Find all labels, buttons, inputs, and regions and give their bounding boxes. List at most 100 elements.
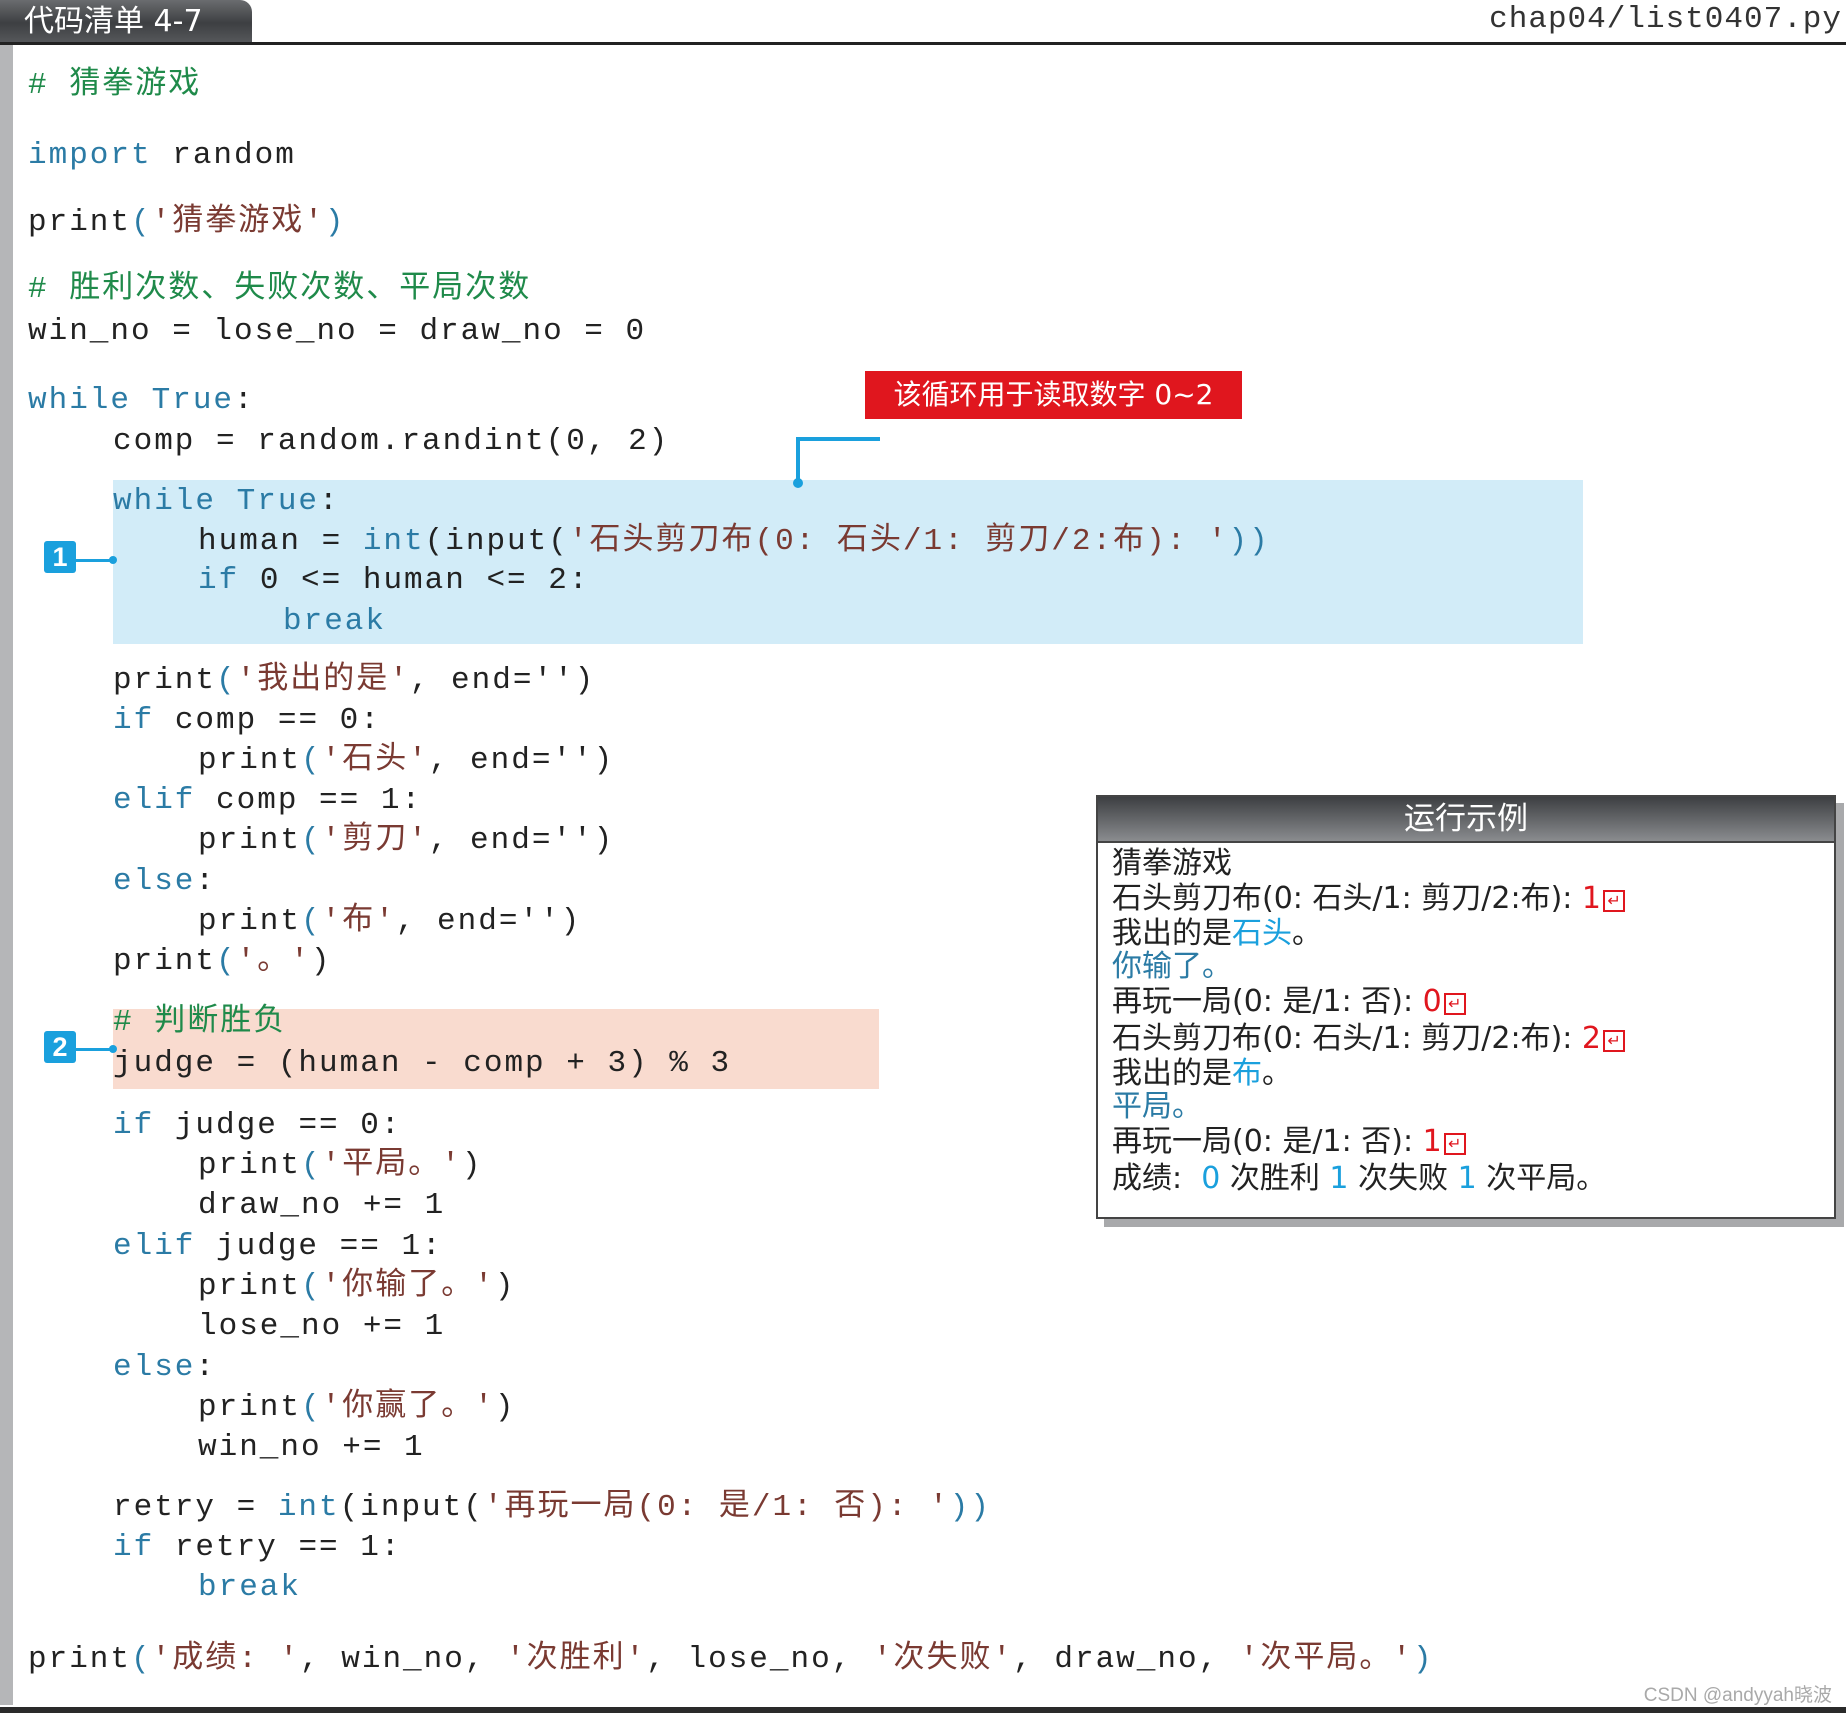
code-win-inc: win_no += 1 [198,1430,425,1465]
code-comp-line: comp = random.randint(0, 2) [113,424,670,459]
prompt: 再玩一局(0: 是/1: 否): [1112,984,1423,1019]
keyword: if [113,1108,155,1143]
badge-1-dot [109,556,117,564]
code-lose-inc: lose_no += 1 [198,1309,446,1344]
losses-count: 1 [1329,1161,1349,1196]
fn: print [198,1148,302,1183]
run-example-panel: 运行示例 猜拳游戏 石头剪刀布(0: 石头/1: 剪刀/2:布): 1 ↵ 我出的… [1096,795,1836,1219]
string: '次胜利' [506,1642,647,1677]
keyword: elif [113,1229,196,1264]
string: '石头剪刀布(0: 石头/1: 剪刀/2:布): ' [568,524,1229,559]
args: ) [494,1390,516,1425]
text: 。 [1262,1056,1292,1091]
fn-int: int [362,524,425,559]
code-retry-line: retry = int(input('再玩一局(0: 是/1: 否): ')) [113,1490,991,1526]
code-comment-title: # 猜拳游戏 [28,68,202,103]
code-if-comp0: if comp == 0: [113,703,381,739]
losses-label: 次失败 [1358,1161,1449,1196]
assign: retry = [113,1490,278,1525]
code-print-rock: print('石头', end='') [198,743,614,779]
left-margin-bar [0,45,13,1705]
condition: judge == 1: [195,1229,443,1264]
code-print-paper: print('布', end='') [198,904,581,940]
colon: : [234,383,255,418]
output-line: 石头剪刀布(0: 石头/1: 剪刀/2:布): 1 ↵ [1112,881,1626,916]
enter-key-icon: ↵ [1603,890,1626,912]
text: 我出的是 [1112,1056,1232,1091]
string: '。' [236,944,311,979]
string: '你输了。' [321,1269,495,1304]
badge-1-connector [76,559,112,562]
user-input: 2 [1581,1021,1602,1056]
string: '次失败' [872,1642,1014,1677]
callout-dot [793,478,803,488]
string: '我出的是' [236,663,410,698]
code-while-outer: while True: [28,383,255,419]
condition: judge == 0: [154,1108,402,1143]
keyword: import [28,138,152,173]
fn: print [198,904,302,939]
string: '再玩一局(0: 是/1: 否): ' [483,1490,950,1525]
computer-hand: 石头 [1232,916,1292,951]
output-score: 成绩: 0 次胜利 1 次失败 1 次平局。 [1112,1162,1606,1196]
score-label: 成绩: [1112,1161,1192,1196]
file-path: chap04/list0407.py [1489,2,1842,37]
keyword: while [28,383,132,418]
fn: print [198,1390,302,1425]
paren: )) [949,1490,991,1525]
run-example-title: 运行示例 [1098,797,1834,843]
paren: ( [216,663,237,698]
paren: ( [301,1390,322,1425]
string: '布' [321,904,396,939]
badge-2-dot [109,1045,117,1053]
module: random [151,138,296,173]
paren: ( [131,1642,152,1677]
output-line: 我出的是石头。 [1112,917,1322,951]
keyword: while [113,484,217,519]
condition: retry == 1: [154,1530,402,1565]
fn: print [113,944,217,979]
keyword: else [113,864,196,899]
computer-hand: 布 [1232,1056,1262,1091]
keyword: elif [113,783,196,818]
code-if-judge0: if judge == 0: [113,1108,401,1144]
code-if-range: if 0 <= human <= 2: [198,563,589,599]
paren: ( [301,904,322,939]
output-result: 平局。 [1112,1089,1202,1124]
code-elif-comp1: elif comp == 1: [113,783,422,819]
code-print-win: print('你赢了。') [198,1390,515,1426]
paren: )) [1228,524,1270,559]
string: '猜拳游戏' [151,205,325,240]
code-final-print: print('成绩: ', win_no, '次胜利', lose_no, '次… [28,1642,1434,1678]
paren: ) [324,205,346,240]
badge-2: 2 [44,1031,76,1063]
prompt: 石头剪刀布(0: 石头/1: 剪刀/2:布): [1112,881,1582,916]
args: ) [494,1269,516,1304]
enter-key-icon: ↵ [1443,993,1466,1015]
string: '石头' [321,743,429,778]
colon: : [319,484,340,519]
value: True [216,484,320,519]
code-draw-inc: draw_no += 1 [198,1188,446,1223]
wins-count: 0 [1201,1161,1221,1196]
code-elif-judge1: elif judge == 1: [113,1229,443,1265]
colon: : [195,1350,217,1385]
text: 。 [1292,916,1322,951]
keyword: else [113,1350,196,1385]
code-print-lose: print('你输了。') [198,1269,515,1305]
code-break-outer: break [198,1570,302,1605]
args: ) [461,1148,483,1183]
colon: : [195,864,217,899]
code-break-inner: break [283,604,387,639]
fn-input: (input( [339,1490,484,1525]
user-input: 0 [1422,984,1442,1019]
keyword: if [113,703,155,738]
user-input: 1 [1581,881,1602,916]
paren: ( [216,944,237,979]
code-init-line: win_no = lose_no = draw_no = 0 [28,314,647,349]
condition: comp == 0: [154,703,381,738]
value: True [131,383,235,418]
output-line: 石头剪刀布(0: 石头/1: 剪刀/2:布): 2 ↵ [1112,1021,1626,1056]
callout-label: 该循环用于读取数字 0~2 [865,371,1242,419]
badge-1: 1 [44,541,76,573]
